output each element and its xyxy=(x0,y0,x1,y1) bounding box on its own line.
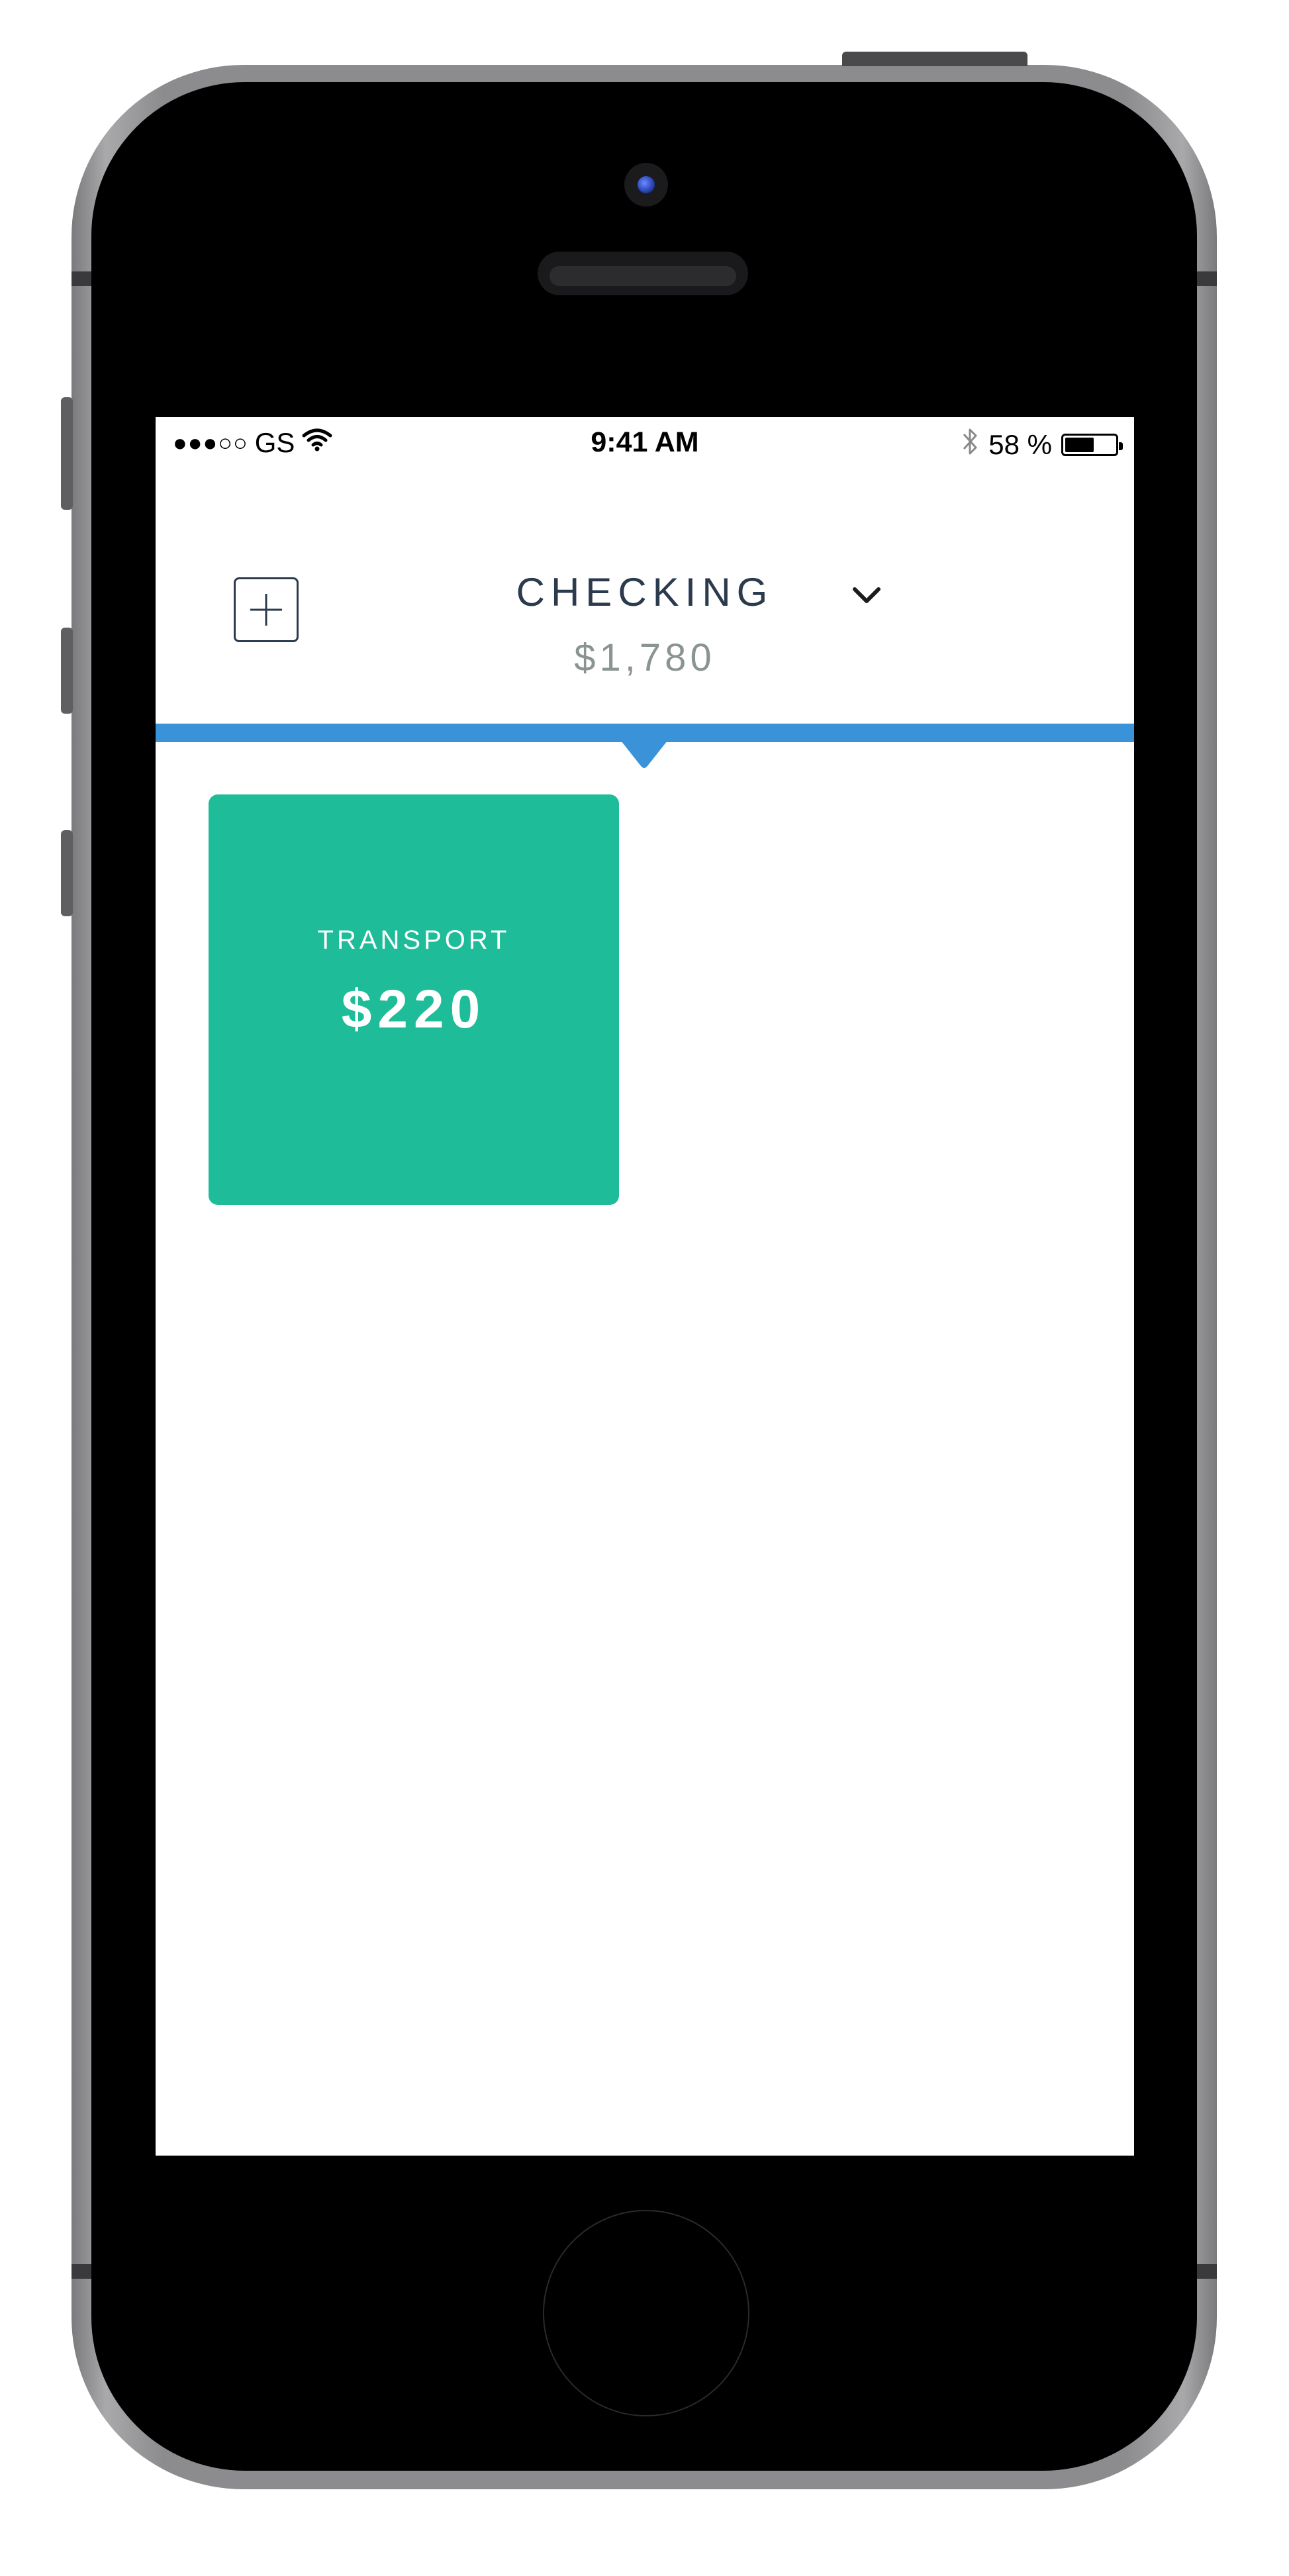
category-card-transport[interactable]: TRANSPORT $220 xyxy=(209,794,619,1205)
volume-down-button xyxy=(61,830,73,916)
power-button xyxy=(842,52,1027,66)
account-name[interactable]: CHECKING xyxy=(156,569,1134,615)
accent-bar xyxy=(156,724,1134,742)
earpiece-speaker xyxy=(538,252,748,295)
account-balance: $1,780 xyxy=(574,636,716,679)
antenna-band xyxy=(72,2264,91,2279)
antenna-band xyxy=(1197,2264,1217,2279)
front-camera xyxy=(624,163,668,207)
antenna-band xyxy=(72,271,91,286)
chevron-down-icon[interactable] xyxy=(847,576,886,616)
category-amount: $220 xyxy=(341,979,487,1039)
status-bar: ●●●○○ GS 9:41 AM 58 % xyxy=(156,417,1134,471)
battery-percent: 58 % xyxy=(988,429,1052,460)
app-screen: ●●●○○ GS 9:41 AM 58 % CHECKING $1,780 TR… xyxy=(156,417,1134,2156)
category-label: TRANSPORT xyxy=(317,926,510,955)
antenna-band xyxy=(1197,271,1217,286)
mute-switch xyxy=(61,397,73,510)
pointer-indicator xyxy=(621,741,667,768)
battery-icon xyxy=(1061,434,1123,456)
bluetooth-icon xyxy=(962,426,979,463)
volume-up-button xyxy=(61,628,73,714)
battery-level xyxy=(1065,438,1094,452)
home-button[interactable] xyxy=(543,2210,749,2416)
battery-tip xyxy=(1119,442,1123,450)
status-bar-right: 58 % xyxy=(962,426,1123,463)
